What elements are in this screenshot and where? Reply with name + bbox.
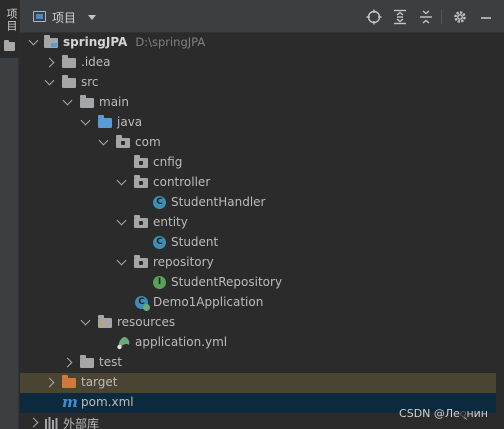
tool-window-strip: 项目 — [0, 0, 19, 429]
view-selector-label[interactable]: 项目 — [52, 9, 76, 26]
folder-icon — [62, 55, 76, 68]
minimize-icon[interactable] — [478, 9, 494, 25]
tree-node-label: target — [81, 375, 118, 389]
project-tree: springJPA D:\springJPA .idea src main jav… — [20, 33, 504, 429]
tree-node-label: main — [99, 95, 129, 109]
chevron-down-icon[interactable] — [98, 135, 109, 146]
project-tab-label: 项目 — [5, 8, 18, 32]
tree-node-label: test — [99, 355, 123, 369]
source-folder-icon — [98, 115, 112, 128]
chevron-down-icon[interactable] — [44, 75, 55, 86]
tree-node-label: StudentRepository — [171, 275, 283, 289]
chevron-right-icon[interactable] — [44, 377, 55, 388]
libraries-icon — [45, 417, 58, 429]
spring-icon — [143, 304, 150, 311]
project-window-icon — [33, 11, 46, 22]
tree-node-idea[interactable]: .idea — [20, 53, 496, 73]
project-path: D:\springJPA — [135, 35, 206, 49]
gear-icon[interactable] — [452, 9, 468, 25]
chevron-down-icon[interactable] — [116, 215, 127, 226]
tree-node-label: Student — [171, 235, 219, 249]
package-icon — [134, 175, 148, 188]
tree-node-label: entity — [153, 215, 188, 229]
folder-icon — [80, 355, 94, 368]
tree-node-controller[interactable]: controller — [20, 173, 496, 193]
tree-node-label: cnfig — [153, 155, 183, 169]
tree-node-cnfig[interactable]: cnfig — [20, 153, 496, 173]
tree-node-student[interactable]: C Student — [20, 233, 496, 253]
spring-config-icon — [117, 337, 130, 350]
tree-node-repository[interactable]: repository — [20, 253, 496, 273]
chevron-right-icon[interactable] — [62, 357, 73, 368]
tree-node-springjpa[interactable]: springJPA D:\springJPA — [20, 33, 496, 53]
tree-node-student-repository[interactable]: I StudentRepository — [20, 273, 496, 293]
chevron-down-icon[interactable] — [62, 95, 73, 106]
tree-node-label: controller — [153, 175, 211, 189]
tree-node-com[interactable]: com — [20, 133, 496, 153]
tree-node-label: .idea — [81, 55, 111, 69]
tree-node-label: springJPA D:\springJPA — [63, 35, 206, 49]
tree-node-label: StudentHandler — [171, 195, 266, 209]
expand-all-icon[interactable] — [392, 9, 408, 25]
tree-node-label: resources — [117, 315, 176, 329]
chevron-right-icon[interactable] — [44, 57, 55, 68]
tree-node-label: application.yml — [135, 335, 228, 349]
interface-icon: I — [153, 276, 166, 289]
chevron-down-icon[interactable] — [80, 115, 91, 126]
tree-node-src[interactable]: src — [20, 73, 496, 93]
chevron-down-icon[interactable] — [28, 35, 39, 46]
module-folder-icon — [44, 35, 58, 48]
toolbar-divider — [441, 10, 442, 24]
chevron-down-icon[interactable] — [116, 175, 127, 186]
package-icon — [134, 215, 148, 228]
tree-node-test[interactable]: test — [20, 353, 496, 373]
package-icon — [116, 135, 130, 148]
class-icon: C — [153, 196, 166, 209]
tree-node-label: repository — [153, 255, 214, 269]
excluded-folder-icon — [62, 375, 76, 388]
tree-node-main[interactable]: main — [20, 93, 496, 113]
locate-icon[interactable] — [366, 9, 382, 25]
watermark-text: CSDN @Ле्нин — [399, 407, 488, 420]
folder-icon — [80, 95, 94, 108]
tree-node-java[interactable]: java — [20, 113, 496, 133]
tree-node-label: src — [81, 75, 99, 89]
tree-node-label: com — [135, 135, 161, 149]
tree-node-demo1-application[interactable]: C Demo1Application — [20, 293, 496, 313]
tree-node-entity[interactable]: entity — [20, 213, 496, 233]
tree-node-label: pom.xml — [81, 395, 134, 409]
tree-node-label: Demo1Application — [153, 295, 264, 309]
resources-folder-icon — [98, 315, 112, 328]
collapse-all-icon[interactable] — [418, 9, 434, 25]
chevron-down-icon[interactable] — [88, 15, 96, 20]
tree-node-student-handler[interactable]: C StudentHandler — [20, 193, 496, 213]
project-view-header: 项目 — [20, 0, 504, 33]
scrollbar[interactable] — [498, 35, 503, 427]
project-tool-window-tab[interactable]: 项目 — [0, 0, 19, 58]
chevron-right-icon[interactable] — [28, 417, 39, 428]
tree-node-label: java — [117, 115, 143, 129]
tree-node-target[interactable]: target — [20, 373, 496, 393]
chevron-down-icon[interactable] — [80, 315, 91, 326]
package-icon — [134, 255, 148, 268]
tree-node-resources[interactable]: resources — [20, 313, 496, 333]
tree-node-application-yml[interactable]: application.yml — [20, 333, 496, 353]
class-icon: C — [153, 236, 166, 249]
package-icon — [134, 155, 148, 168]
folder-icon — [4, 40, 15, 51]
folder-icon — [62, 75, 76, 88]
maven-icon: m — [62, 393, 78, 411]
tree-node-label: 外部库 — [63, 417, 100, 429]
chevron-down-icon[interactable] — [116, 255, 127, 266]
